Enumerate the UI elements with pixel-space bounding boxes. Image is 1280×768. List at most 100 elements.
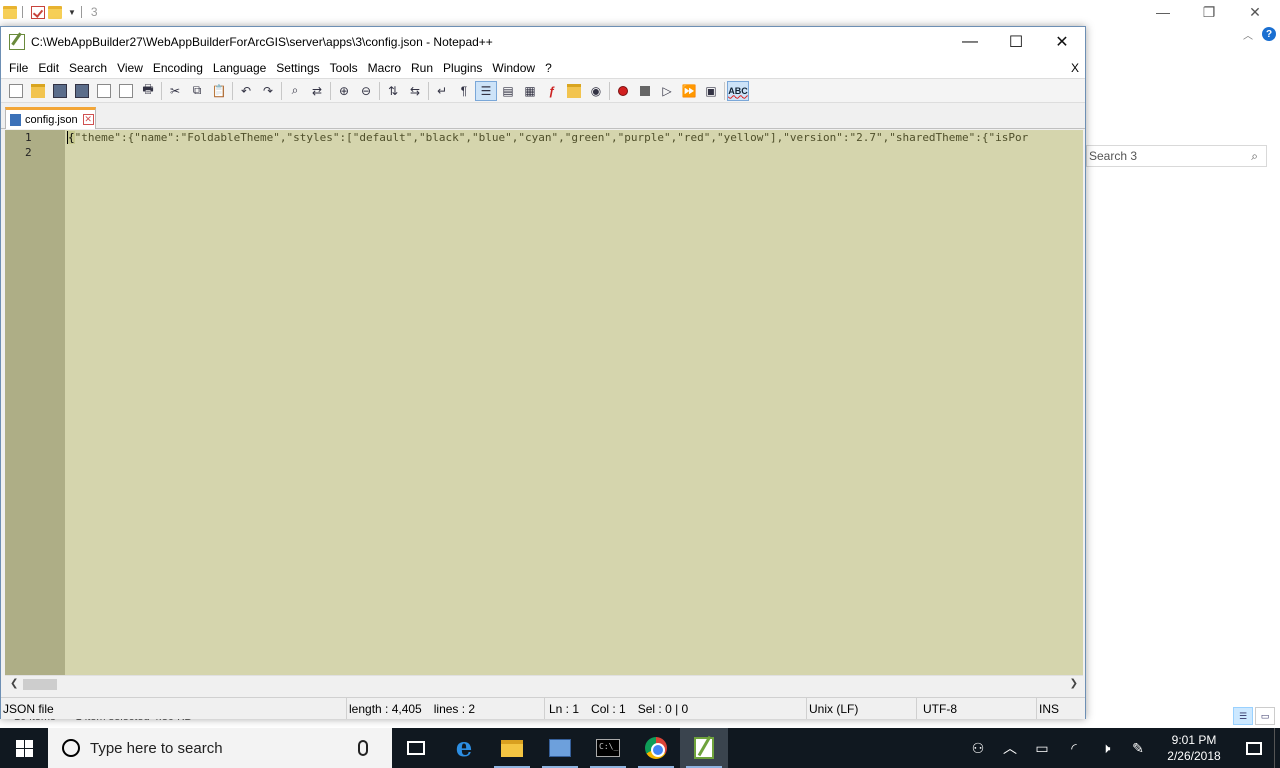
file-explorer-button[interactable] bbox=[488, 728, 536, 768]
record-macro-button[interactable] bbox=[612, 81, 634, 101]
tab-config-json[interactable]: config.json ✕ bbox=[5, 107, 96, 129]
details-view-button[interactable]: ☰ bbox=[1233, 707, 1253, 725]
play-macro-button[interactable]: ▷ bbox=[656, 81, 678, 101]
explorer-close-button[interactable]: ✕ bbox=[1232, 0, 1278, 24]
menu-window[interactable]: Window bbox=[487, 57, 540, 79]
help-icon[interactable]: ? bbox=[1262, 27, 1276, 41]
find-button[interactable]: ⌕ bbox=[284, 81, 306, 101]
explorer-minimize-button[interactable]: — bbox=[1140, 0, 1186, 24]
print-button[interactable]: 🖶 bbox=[137, 81, 159, 101]
horizontal-scrollbar[interactable]: ❮ ❯ bbox=[5, 675, 1083, 692]
quick-access-dropdown-icon[interactable]: ▼ bbox=[68, 8, 76, 17]
close-all-icon bbox=[119, 83, 133, 98]
battery-button[interactable]: ▭ bbox=[1026, 728, 1058, 768]
action-center-button[interactable] bbox=[1234, 728, 1274, 768]
stop-macro-button[interactable] bbox=[634, 81, 656, 101]
code-line[interactable] bbox=[65, 145, 1083, 160]
menu-plugins[interactable]: Plugins bbox=[438, 57, 487, 79]
word-wrap-button[interactable]: ↵ bbox=[431, 81, 453, 101]
tab-close-icon[interactable]: ✕ bbox=[82, 114, 94, 125]
replace-button[interactable]: ⇄ bbox=[306, 81, 328, 101]
chevron-up-icon: ︿ bbox=[1003, 740, 1017, 756]
properties-icon[interactable] bbox=[31, 5, 45, 19]
spell-check-button[interactable]: ABC bbox=[727, 80, 749, 101]
divider bbox=[80, 6, 82, 18]
show-desktop-button[interactable] bbox=[1274, 728, 1280, 768]
save-all-button[interactable] bbox=[71, 81, 93, 101]
indent-guide-button[interactable]: ☰ bbox=[475, 80, 497, 101]
remote-desktop-button[interactable] bbox=[536, 728, 584, 768]
volume-button[interactable]: 🕨 bbox=[1090, 728, 1122, 768]
code-line[interactable]: {"theme":{"name":"FoldableTheme","styles… bbox=[65, 130, 1083, 145]
run-macro-multiple-button[interactable]: ⏩ bbox=[678, 81, 700, 101]
new-folder-icon[interactable] bbox=[48, 5, 62, 19]
people-button[interactable]: ⚇ bbox=[962, 728, 994, 768]
status-length: length : 4,405 lines : 2 bbox=[347, 698, 545, 719]
open-file-button[interactable] bbox=[27, 81, 49, 101]
new-file-button[interactable] bbox=[5, 81, 27, 101]
column-position: Col : 1 bbox=[591, 701, 626, 716]
edge-button[interactable]: e bbox=[440, 728, 488, 768]
menu-settings[interactable]: Settings bbox=[271, 57, 324, 79]
undo-button[interactable]: ↶ bbox=[235, 81, 257, 101]
menu-edit[interactable]: Edit bbox=[33, 57, 64, 79]
sync-horizontal-button[interactable]: ⇆ bbox=[404, 81, 426, 101]
status-eol[interactable]: Unix (LF) bbox=[807, 698, 917, 719]
notepad-plus-plus-taskbar-button[interactable] bbox=[680, 728, 728, 768]
zoom-out-button[interactable]: ⊖ bbox=[355, 81, 377, 101]
large-icons-view-button[interactable]: ▭ bbox=[1255, 707, 1275, 725]
scroll-left-icon[interactable]: ❮ bbox=[10, 678, 18, 689]
taskbar-search-box[interactable]: Type here to search bbox=[48, 728, 392, 768]
menu-view[interactable]: View bbox=[112, 57, 148, 79]
code-text[interactable]: {"theme":{"name":"FoldableTheme","styles… bbox=[65, 130, 1083, 675]
sync-vertical-button[interactable]: ⇅ bbox=[382, 81, 404, 101]
menu-encoding[interactable]: Encoding bbox=[148, 57, 208, 79]
save-button[interactable] bbox=[49, 81, 71, 101]
minimize-button[interactable]: — bbox=[947, 27, 993, 57]
close-document-button[interactable]: X bbox=[1071, 57, 1079, 79]
monitoring-button[interactable]: ◉ bbox=[585, 81, 607, 101]
menu-help[interactable]: ? bbox=[540, 57, 557, 79]
explorer-search-box[interactable]: Search 3 ⌕ bbox=[1086, 145, 1267, 167]
doc-map-button[interactable]: ▦ bbox=[519, 81, 541, 101]
paste-button[interactable]: 📋 bbox=[208, 81, 230, 101]
zoom-in-button[interactable]: ⊕ bbox=[333, 81, 355, 101]
function-list-button[interactable]: ƒ bbox=[541, 81, 563, 101]
cut-button[interactable]: ✂ bbox=[164, 81, 186, 101]
show-hidden-icons-button[interactable]: ︿ bbox=[994, 728, 1026, 768]
menu-language[interactable]: Language bbox=[208, 57, 271, 79]
fast-forward-icon: ⏩ bbox=[681, 83, 697, 98]
save-macro-button[interactable]: ▣ bbox=[700, 81, 722, 101]
close-all-button[interactable] bbox=[115, 81, 137, 101]
menu-tools[interactable]: Tools bbox=[325, 57, 363, 79]
chrome-button[interactable] bbox=[632, 728, 680, 768]
menu-run[interactable]: Run bbox=[406, 57, 438, 79]
status-position: Ln : 1 Col : 1 Sel : 0 | 0 bbox=[545, 698, 807, 719]
microphone-icon[interactable] bbox=[358, 740, 368, 756]
udl-button[interactable]: ▤ bbox=[497, 81, 519, 101]
redo-button[interactable]: ↷ bbox=[257, 81, 279, 101]
menu-file[interactable]: File bbox=[4, 57, 33, 79]
maximize-button[interactable]: ☐ bbox=[993, 27, 1039, 57]
scroll-right-icon[interactable]: ❯ bbox=[1070, 678, 1078, 689]
network-button[interactable]: ◜ bbox=[1058, 728, 1090, 768]
ribbon-collapse-icon[interactable]: ︿ bbox=[1243, 27, 1253, 42]
search-icon[interactable]: ⌕ bbox=[1251, 149, 1258, 164]
task-view-button[interactable] bbox=[392, 728, 440, 768]
menu-macro[interactable]: Macro bbox=[363, 57, 406, 79]
folder-as-workspace-button[interactable] bbox=[563, 81, 585, 101]
show-all-characters-button[interactable]: ¶ bbox=[453, 81, 475, 101]
close-file-button[interactable] bbox=[93, 81, 115, 101]
status-encoding[interactable]: UTF-8 bbox=[917, 698, 1037, 719]
close-button[interactable]: ✕ bbox=[1039, 27, 1085, 57]
play-icon: ▷ bbox=[662, 83, 672, 98]
editor-area[interactable]: 1 2 {"theme":{"name":"FoldableTheme","st… bbox=[5, 130, 1083, 675]
pen-workspace-button[interactable]: ✎ bbox=[1122, 728, 1154, 768]
menu-search[interactable]: Search bbox=[64, 57, 112, 79]
explorer-restore-button[interactable]: ❐ bbox=[1186, 0, 1232, 24]
clock[interactable]: 9:01 PM 2/26/2018 bbox=[1154, 732, 1234, 764]
scroll-thumb[interactable] bbox=[23, 679, 57, 690]
start-button[interactable] bbox=[0, 728, 48, 768]
command-prompt-button[interactable]: C:\_ bbox=[584, 728, 632, 768]
copy-button[interactable]: ⧉ bbox=[186, 81, 208, 101]
